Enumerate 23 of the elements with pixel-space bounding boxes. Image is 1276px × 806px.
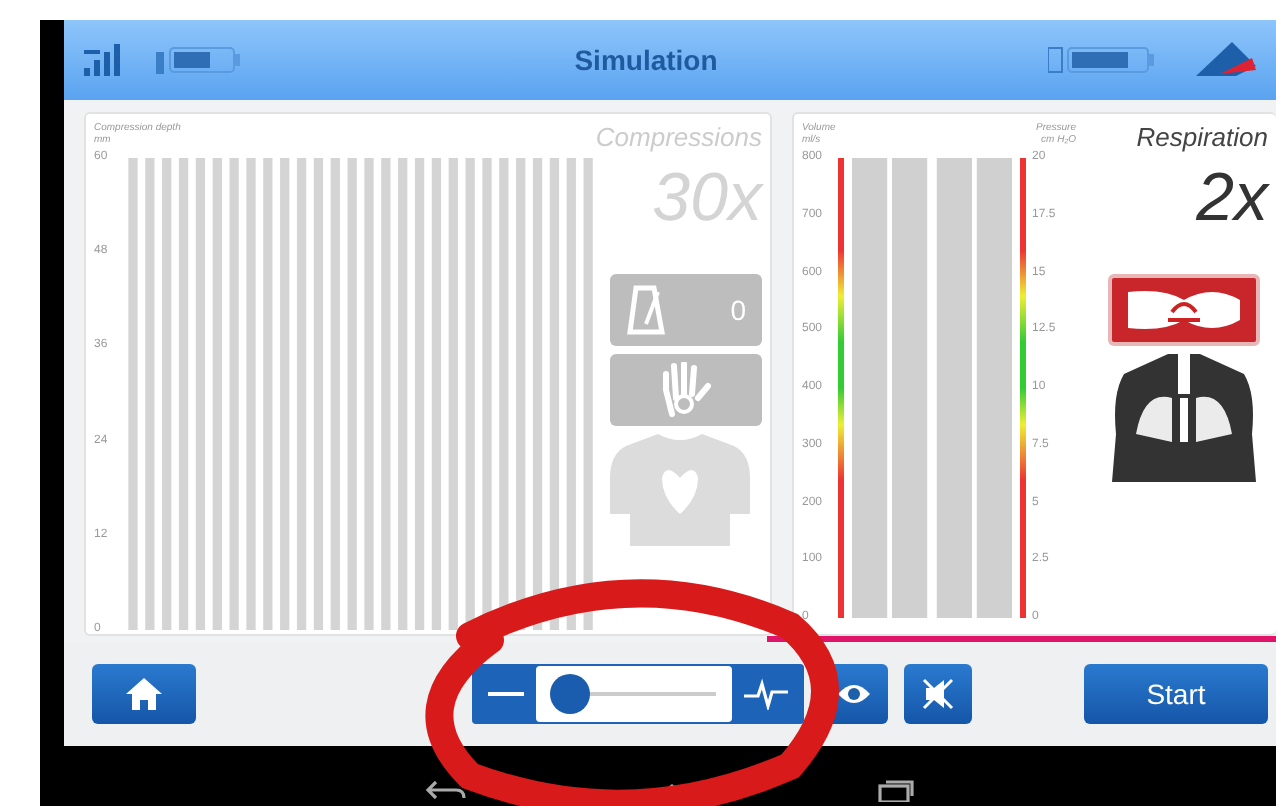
battery-icon [1048, 46, 1160, 74]
home-button[interactable] [92, 664, 196, 724]
start-button[interactable]: Start [1084, 664, 1268, 724]
battery-icon [156, 46, 244, 74]
panel-title: Respiration [1136, 122, 1268, 152]
logo-icon [1196, 42, 1256, 78]
mute-button[interactable] [904, 664, 972, 724]
eye-icon [836, 680, 872, 708]
hand-icon [660, 362, 712, 418]
pulse-icon [744, 678, 788, 710]
respiration-count: 2x [1196, 160, 1268, 238]
back-icon[interactable] [424, 778, 468, 802]
airway-button[interactable] [1108, 274, 1260, 346]
lungs-icon [1112, 354, 1256, 482]
metronome-icon [626, 284, 666, 336]
torso-heart-icon [606, 434, 754, 546]
metronome-counter: 0 [610, 274, 762, 346]
speed-slider[interactable] [536, 666, 732, 722]
recents-icon[interactable] [876, 778, 916, 802]
mute-icon [920, 676, 956, 712]
minus-icon [488, 690, 524, 698]
slider-thumb[interactable] [549, 674, 590, 714]
window-title: Simulation [572, 44, 720, 76]
